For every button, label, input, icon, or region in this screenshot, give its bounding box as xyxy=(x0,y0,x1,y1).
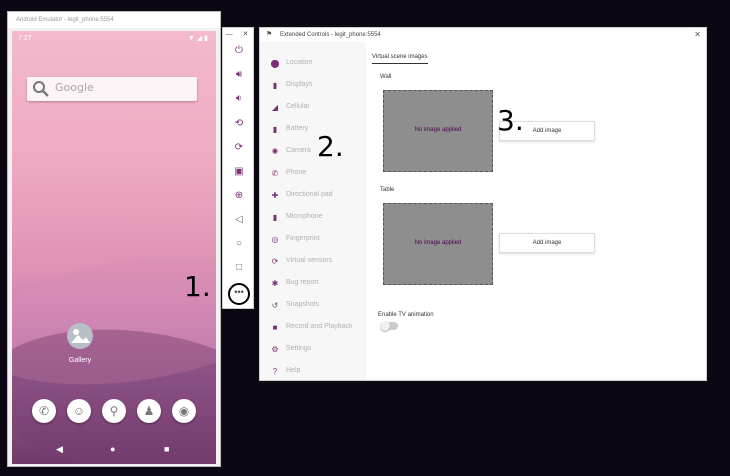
zoom-icon[interactable]: ⊕ xyxy=(231,188,247,204)
video-icon: ■ xyxy=(272,323,278,332)
sidebar-item-microphone[interactable]: ▮ Microphone xyxy=(260,209,366,227)
extended-controls-window: ⚑ Extended Controls - legit_phone:5554 ✕… xyxy=(259,27,707,381)
camera-app-icon[interactable]: ◉ xyxy=(172,399,196,423)
back-icon[interactable]: ◁ xyxy=(231,212,247,228)
sidebar-item-label: Bug report xyxy=(286,279,319,286)
gallery-app-icon[interactable] xyxy=(67,323,93,349)
sidebar-item-label: Fingerprint xyxy=(286,235,320,242)
fingerprint-icon: ◎ xyxy=(271,235,279,244)
gallery-label: Gallery xyxy=(68,357,92,364)
google-search-bar[interactable]: Google xyxy=(27,77,197,101)
extended-controls-content: Virtual scene images Wall No image appli… xyxy=(366,42,706,380)
microphone-icon: ▮ xyxy=(272,213,278,222)
sidebar-item-settings[interactable]: ⚙ Settings xyxy=(260,341,366,359)
sidebar-item-label: Record and Playback xyxy=(286,323,353,330)
tv-animation-toggle[interactable] xyxy=(380,321,398,331)
sidebar-item-displays[interactable]: ▮ Displays xyxy=(260,77,366,95)
help-icon: ? xyxy=(272,367,278,376)
annotation-step-3: 3. xyxy=(497,104,524,137)
sidebar-item-label: Snapshots xyxy=(286,301,320,308)
status-bar: 7:27 ▼◢▮ xyxy=(12,31,216,47)
toggle-knob xyxy=(380,321,390,331)
sidebar-item-directional-pad[interactable]: ✚ Directional pad xyxy=(260,187,366,205)
table-image-placeholder: No image applied xyxy=(383,203,493,285)
bug-icon: ✱ xyxy=(271,279,279,288)
sidebar-item-record-and-playback[interactable]: ■ Record and Playback xyxy=(260,319,366,337)
history-icon: ↺ xyxy=(271,301,279,310)
sidebar-item-fingerprint[interactable]: ◎ Fingerprint xyxy=(260,231,366,249)
sidebar-item-camera[interactable]: ✺ Camera xyxy=(260,143,366,161)
sidebar-item-virtual-sensors[interactable]: ⟳ Virtual sensors xyxy=(260,253,366,271)
sidebar-item-label: Virtual sensors xyxy=(286,257,333,264)
table-image-text: No image applied xyxy=(414,240,462,246)
sidebar-item-label: Phone xyxy=(286,169,307,176)
home-icon[interactable]: ○ xyxy=(231,236,247,252)
camera-icon: ✺ xyxy=(271,147,279,156)
dpad-icon: ✚ xyxy=(271,191,279,200)
sidebar-item-cellular[interactable]: ◢ Cellular xyxy=(260,99,366,117)
power-icon[interactable]: ⏻ xyxy=(231,43,247,59)
screenshot-icon[interactable]: ▣ xyxy=(231,164,247,180)
android-app-icon[interactable]: ♟ xyxy=(137,399,161,423)
gear-icon: ⚙ xyxy=(271,345,279,354)
sidebar-item-label: Displays xyxy=(286,81,313,88)
landscape-icon xyxy=(71,329,90,343)
emulator-toolbar: — ✕ ⏻ 🔊︎ 🔉︎ ⟲ ⟳ ▣ ⊕ ◁ ○ □ ••• xyxy=(222,27,254,309)
overview-icon[interactable]: ■ xyxy=(164,444,169,454)
signal-icon: ◢ xyxy=(271,103,279,112)
phone-app-icon[interactable]: ✆ xyxy=(32,399,56,423)
volume-up-icon[interactable]: 🔊︎ xyxy=(231,67,247,83)
sidebar-item-label: Settings xyxy=(286,345,312,352)
sidebar-item-label: Directional pad xyxy=(286,191,333,198)
annotation-step-1: 1. xyxy=(184,270,211,303)
status-icons: ▼◢▮ xyxy=(187,35,210,42)
phone-icon: ✆ xyxy=(271,169,279,178)
contacts-app-icon[interactable]: ☺ xyxy=(67,399,91,423)
navigation-bar: ◀ ● ■ xyxy=(12,437,216,464)
sidebar-item-label: Help xyxy=(286,367,301,374)
sidebar-item-battery[interactable]: ▮ Battery xyxy=(260,121,366,139)
emulator-window: Android Emulator - legit_phone:5554 7:27… xyxy=(7,11,221,467)
table-add-image-button[interactable]: Add image xyxy=(499,233,595,253)
extended-controls-title: Extended Controls - legit_phone:5554 xyxy=(280,32,381,38)
display-icon: ▮ xyxy=(272,81,278,90)
sidebar-item-help[interactable]: ? Help xyxy=(260,363,366,381)
sidebar-item-label: Location xyxy=(286,59,313,66)
sidebar-item-snapshots[interactable]: ↺ Snapshots xyxy=(260,297,366,315)
sidebar-item-bug-report[interactable]: ✱ Bug report xyxy=(260,275,366,293)
sidebar-item-location[interactable]: ⬤ Location xyxy=(260,55,366,73)
toolbar-window-controls[interactable]: — ✕ xyxy=(225,30,253,38)
back-icon[interactable]: ◀ xyxy=(56,444,63,455)
more-controls-button[interactable]: ••• xyxy=(228,283,250,305)
emulator-title: Android Emulator - legit_phone:5554 xyxy=(8,12,220,28)
extended-controls-sidebar: ⬤ Location ▮ Displays ◢ Cellular ▮ Battery ✺… xyxy=(260,42,366,380)
annotation-step-2: 2. xyxy=(317,130,344,163)
wall-label: Wall xyxy=(380,74,392,80)
battery-icon: ▮ xyxy=(272,125,278,134)
sidebar-item-label: Battery xyxy=(286,125,309,132)
search-placeholder: Google xyxy=(55,81,94,94)
app-dock: ✆ ☺ ⚲ ♟ ◉ xyxy=(12,391,216,431)
home-icon[interactable]: ● xyxy=(110,444,115,454)
sidebar-item-label: Camera xyxy=(286,147,311,154)
maps-app-icon[interactable]: ⚲ xyxy=(102,399,126,423)
rotate-left-icon[interactable]: ⟲ xyxy=(231,116,247,132)
sidebar-item-label: Cellular xyxy=(286,103,310,110)
map-pin-icon: ⬤ xyxy=(270,59,280,68)
tv-animation-label: Enable TV animation xyxy=(378,312,434,318)
close-icon[interactable]: ✕ xyxy=(694,28,701,42)
search-icon xyxy=(33,81,49,97)
sidebar-item-phone[interactable]: ✆ Phone xyxy=(260,165,366,183)
status-time: 7:27 xyxy=(18,35,32,42)
wall-image-placeholder: No image applied xyxy=(383,90,493,172)
sidebar-item-label: Microphone xyxy=(286,213,323,220)
rotate-right-icon[interactable]: ⟳ xyxy=(231,140,247,156)
tab-virtual-scene-images[interactable]: Virtual scene images xyxy=(372,54,428,64)
sensors-icon: ⟳ xyxy=(271,257,279,266)
phone-screen[interactable]: 7:27 ▼◢▮ Google Gallery ✆ ☺ ⚲ ♟ ◉ ◀ ● ■ xyxy=(12,31,216,464)
overview-icon[interactable]: □ xyxy=(231,260,247,276)
volume-down-icon[interactable]: 🔉︎ xyxy=(231,91,247,107)
table-label: Table xyxy=(380,187,395,193)
wall-image-text: No image applied xyxy=(414,127,462,133)
